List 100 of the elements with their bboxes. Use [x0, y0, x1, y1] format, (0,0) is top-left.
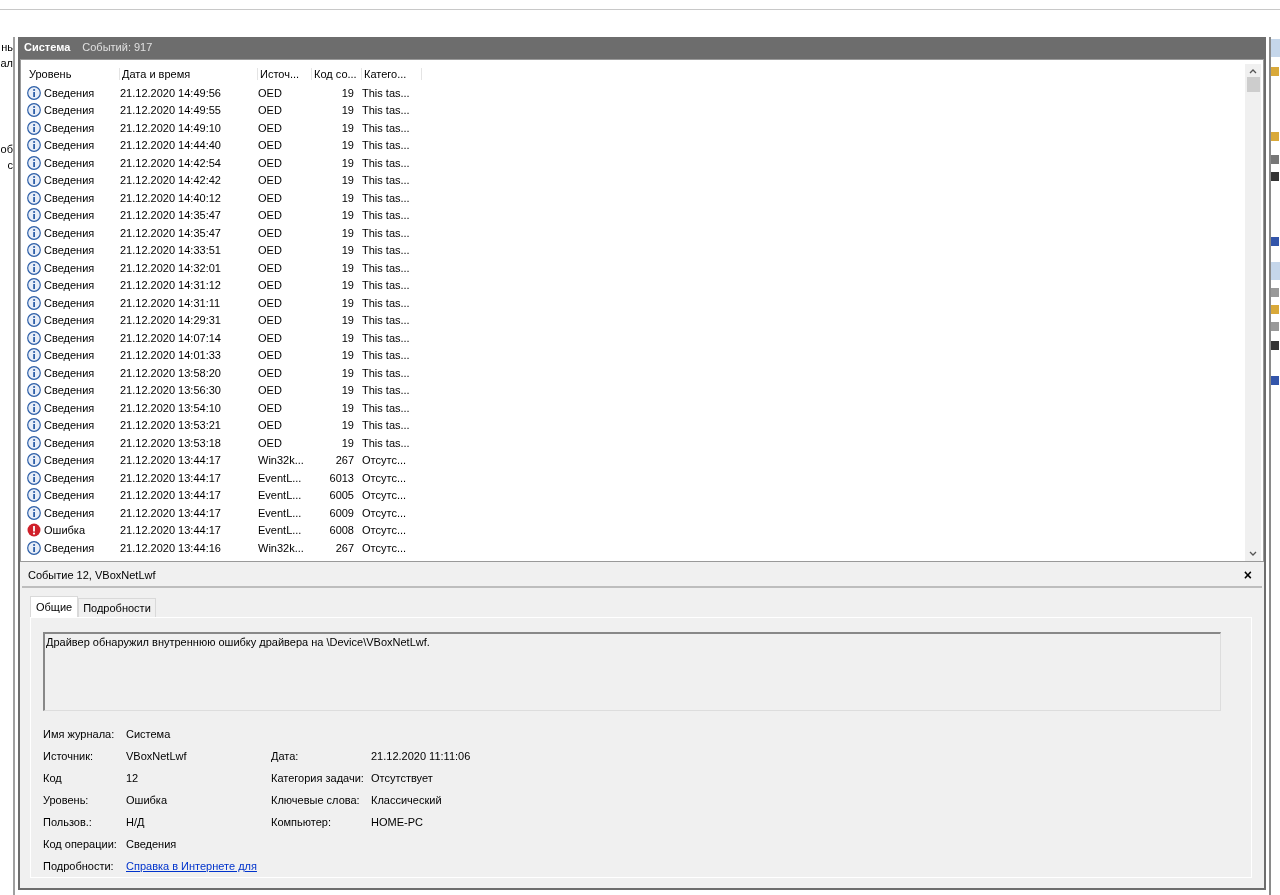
tree-item[interactable]: нь	[0, 39, 13, 55]
code-cell-text: 19	[340, 226, 355, 239]
code-cell-text: 19	[340, 244, 355, 257]
date-cell-text: 21.12.2020 13:58:20	[120, 366, 222, 379]
field-value: Ошибка	[126, 793, 168, 808]
scrollbar[interactable]	[1245, 64, 1261, 561]
level-cell: Сведения	[44, 226, 95, 239]
date-cell-text: 21.12.2020 13:56:30	[120, 384, 222, 397]
level-cell: Сведения	[44, 139, 95, 152]
code-cell-text: 19	[340, 209, 355, 222]
level-cell: Сведения	[44, 261, 95, 274]
actions-header	[1271, 39, 1280, 57]
column-header[interactable]: Источ...	[258, 68, 312, 80]
level-cell: Сведения	[44, 384, 95, 397]
date-cell-text: 21.12.2020 14:49:10	[120, 121, 222, 134]
info-icon	[27, 348, 41, 363]
info-icon	[27, 418, 41, 433]
info-icon	[27, 435, 41, 450]
help-link[interactable]: Справка в Интернете для	[126, 860, 257, 872]
date-cell-text: 21.12.2020 13:54:10	[120, 401, 222, 414]
message-field: Драйвер обнаружил внутреннюю ошибку драйвера на \Device\VBoxNetLwf.	[43, 632, 1221, 711]
code-cell-text: 19	[340, 296, 355, 309]
tree-item[interactable]: ал	[0, 55, 13, 71]
code-cell-text: 19	[340, 384, 355, 397]
level-cell: Сведения	[44, 471, 95, 484]
info-icon	[27, 103, 41, 118]
action-icon[interactable]	[1271, 237, 1279, 246]
column-header[interactable]: Катего...	[362, 68, 422, 80]
level-cell: Сведения	[44, 156, 95, 169]
tab[interactable]: Общие	[30, 596, 79, 617]
category-cell-text: This tas...	[362, 104, 411, 117]
code-cell-text: 6005	[328, 489, 355, 502]
code-cell-text: 19	[340, 436, 355, 449]
field-label: Источник:	[43, 749, 94, 764]
field-label: Ключевые слова:	[271, 793, 361, 808]
source-cell-text: OED	[258, 174, 283, 187]
scrollbar-thumb[interactable]	[1246, 77, 1260, 92]
code-cell-text: 19	[340, 191, 355, 204]
category-cell-text: This tas...	[362, 279, 411, 292]
category-cell-text: This tas...	[362, 139, 411, 152]
column-header[interactable]: Дата и время	[120, 68, 258, 80]
field-value: 21.12.2020 11:11:06	[371, 749, 472, 764]
info-icon	[27, 225, 41, 240]
field-label: Имя журнала:	[43, 727, 116, 742]
action-icon[interactable]	[1271, 67, 1279, 76]
info-icon	[27, 173, 41, 188]
level-cell: Сведения	[44, 209, 95, 222]
column-header[interactable]: Код со...	[312, 68, 362, 80]
info-icon	[27, 243, 41, 258]
source-cell-text: OED	[258, 331, 283, 344]
level-cell: Сведения	[44, 296, 95, 309]
level-cell: Ошибка	[44, 524, 85, 537]
code-cell-text: 19	[340, 331, 355, 344]
source-cell-text: EventL...	[258, 489, 303, 502]
code-cell-text: 19	[340, 104, 355, 117]
code-cell-text: 6009	[328, 506, 355, 519]
scroll-up-icon[interactable]	[1249, 68, 1257, 75]
field-label: Дата:	[271, 749, 300, 764]
level-cell: Сведения	[44, 279, 95, 292]
close-button[interactable]: ×	[1239, 567, 1256, 583]
action-icon[interactable]	[1271, 341, 1279, 350]
tree-item[interactable]: об	[0, 141, 13, 157]
action-icon[interactable]	[1271, 132, 1279, 141]
event-count: Событий: 917	[82, 41, 153, 53]
level-cell: Сведения	[44, 489, 95, 502]
category-cell-text: Отсутс...	[362, 471, 408, 484]
level-cell: Сведения	[44, 244, 95, 257]
source-cell-text: EventL...	[258, 524, 303, 537]
category-cell-text: Отсутс...	[362, 506, 408, 519]
source-cell-text: OED	[258, 191, 283, 204]
category-cell-text: This tas...	[362, 86, 411, 99]
action-icon[interactable]	[1271, 376, 1279, 385]
info-icon	[27, 470, 41, 485]
category-cell-text: Отсутс...	[362, 524, 408, 537]
level-cell: Сведения	[44, 454, 95, 467]
info-icon	[27, 488, 41, 503]
date-cell-text: 21.12.2020 14:42:54	[120, 156, 222, 169]
code-cell-text: 6008	[328, 524, 355, 537]
date-cell-text: 21.12.2020 13:44:16	[120, 541, 222, 554]
code-cell-text: 19	[340, 261, 355, 274]
category-cell-text: This tas...	[362, 174, 411, 187]
level-cell: Сведения	[44, 436, 95, 449]
info-icon	[27, 85, 41, 100]
tab[interactable]: Подробности	[78, 598, 156, 617]
category-cell-text: This tas...	[362, 331, 411, 344]
detail-title: Событие 12, VBoxNetLwf	[28, 569, 156, 581]
scroll-down-icon[interactable]	[1249, 550, 1257, 557]
source-cell-text: Win32k...	[258, 541, 305, 554]
source-cell-text: OED	[258, 86, 283, 99]
info-icon	[27, 155, 41, 170]
level-cell: Сведения	[44, 506, 95, 519]
source-cell-text: OED	[258, 261, 283, 274]
column-header[interactable]: Уровень	[27, 68, 120, 80]
field-label: Подробности:	[43, 859, 115, 874]
source-cell-text: OED	[258, 279, 283, 292]
field-label: Код	[43, 771, 63, 786]
tree-item[interactable]: с	[0, 157, 13, 173]
log-title: Система	[24, 41, 71, 53]
source-cell-text: OED	[258, 366, 283, 379]
code-cell-text: 19	[340, 86, 355, 99]
